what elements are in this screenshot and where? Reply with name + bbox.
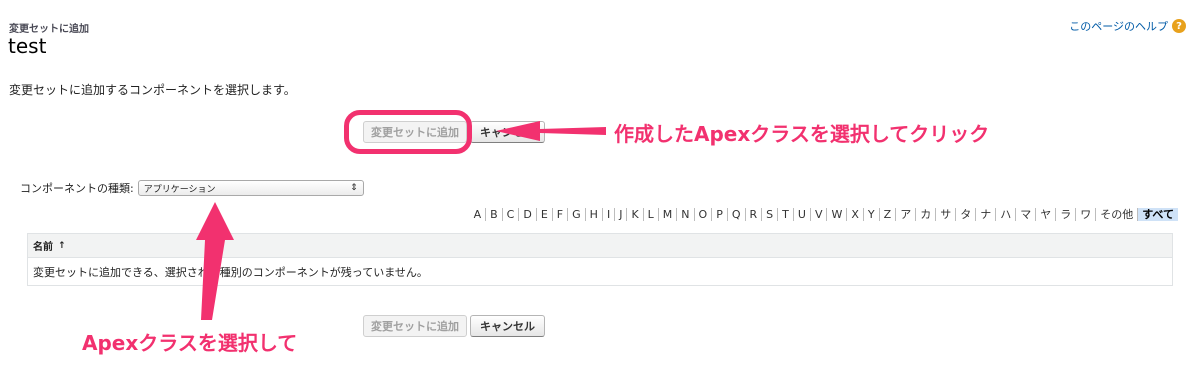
page-title: test <box>8 34 47 58</box>
alphabet-filter-item[interactable]: B <box>485 208 502 221</box>
alphabet-filter-item[interactable]: D <box>518 208 535 221</box>
breadcrumb: 変更セットに追加 <box>9 24 89 35</box>
alphabet-filter-item[interactable]: P <box>711 208 727 221</box>
annotation-bottom: Apexクラスを選択して <box>82 331 298 355</box>
help-link-label[interactable]: このページのヘルプ <box>1069 18 1168 34</box>
alphabet-filter-item[interactable]: サ <box>935 208 955 221</box>
alphabet-filter-item[interactable]: F <box>551 208 567 221</box>
component-type-select[interactable]: アプリケーション ⇕ <box>137 180 364 196</box>
alphabet-filter-item[interactable]: E <box>535 208 552 221</box>
alphabet-filter-item[interactable]: C <box>501 208 519 221</box>
highlight-ring <box>344 110 472 154</box>
results-table: 名前 ↑ 変更セットに追加できる、選択された種別のコンポーネントが残っていません… <box>27 233 1173 286</box>
component-type-label: コンポーネントの種類: <box>20 182 134 195</box>
alphabet-filter-item[interactable]: Y <box>862 208 879 221</box>
alphabet-filter-item[interactable]: O <box>693 208 712 221</box>
alphabet-filter-item[interactable]: T <box>777 208 793 221</box>
alphabet-filter-item[interactable]: その他 <box>1095 208 1137 221</box>
table-header: 名前 ↑ <box>28 234 1172 258</box>
alphabet-filter-item[interactable]: R <box>744 208 762 221</box>
alphabet-filter-item[interactable]: U <box>792 208 810 221</box>
empty-message: 変更セットに追加できる、選択された種別のコンポーネントが残っていません。 <box>33 265 428 279</box>
alphabet-filter-item[interactable]: K <box>626 208 642 221</box>
alphabet-filter-item[interactable]: W <box>826 208 846 221</box>
sort-ascending-icon: ↑ <box>58 240 66 251</box>
alphabet-filter-item[interactable]: A <box>470 208 486 221</box>
cancel-button-top[interactable]: キャンセル <box>470 121 545 143</box>
alphabet-filter-item[interactable]: ラ <box>1055 208 1075 221</box>
alphabet-filter-item[interactable]: V <box>809 208 827 221</box>
alphabet-filter-item[interactable]: L <box>642 208 658 221</box>
column-header-name[interactable]: 名前 <box>33 238 53 253</box>
cancel-button-bottom[interactable]: キャンセル <box>470 315 545 337</box>
alphabet-filter-item[interactable]: Z <box>878 208 896 221</box>
alphabet-filter-item[interactable]: M <box>657 208 677 221</box>
alphabet-filter-item[interactable]: ア <box>895 208 915 221</box>
alphabet-filter: A B C D E F G H I J K L M N O P Q R S T U V W X Y Z アカサタナハマヤラワその他す… <box>470 208 1178 221</box>
annotation-top: 作成したApexクラスを選択してクリック <box>614 122 990 146</box>
alphabet-filter-item[interactable]: I <box>601 208 614 221</box>
alphabet-filter-item[interactable]: ヤ <box>1035 208 1055 221</box>
page-description: 変更セットに追加するコンポーネントを選択します。 <box>9 83 296 97</box>
alphabet-filter-item[interactable]: タ <box>955 208 975 221</box>
alphabet-filter-item[interactable]: マ <box>1015 208 1035 221</box>
add-to-change-set-button-bottom[interactable]: 変更セットに追加 <box>363 315 467 337</box>
alphabet-filter-item[interactable]: ナ <box>975 208 995 221</box>
help-link[interactable]: このページのヘルプ ? <box>1069 18 1186 34</box>
alphabet-filter-item[interactable]: カ <box>915 208 935 221</box>
alphabet-filter-item[interactable]: J <box>614 208 626 221</box>
alphabet-filter-item[interactable]: S <box>761 208 777 221</box>
alphabet-filter-item[interactable]: Q <box>726 208 745 221</box>
table-empty-row: 変更セットに追加できる、選択された種別のコンポーネントが残っていません。 <box>28 258 1172 285</box>
help-icon[interactable]: ? <box>1172 19 1186 33</box>
alphabet-filter-item[interactable]: N <box>676 208 693 221</box>
component-type-row: コンポーネントの種類: アプリケーション ⇕ <box>20 180 364 196</box>
alphabet-filter-item[interactable]: ワ <box>1075 208 1095 221</box>
alphabet-filter-item[interactable]: すべて <box>1137 208 1178 221</box>
alphabet-filter-item[interactable]: ハ <box>995 208 1015 221</box>
alphabet-filter-item[interactable]: X <box>846 208 863 221</box>
select-arrows-icon: ⇕ <box>350 183 358 193</box>
alphabet-filter-item[interactable]: G <box>567 208 585 221</box>
alphabet-filter-item[interactable]: H <box>584 208 602 221</box>
component-type-selected: アプリケーション <box>143 184 216 195</box>
